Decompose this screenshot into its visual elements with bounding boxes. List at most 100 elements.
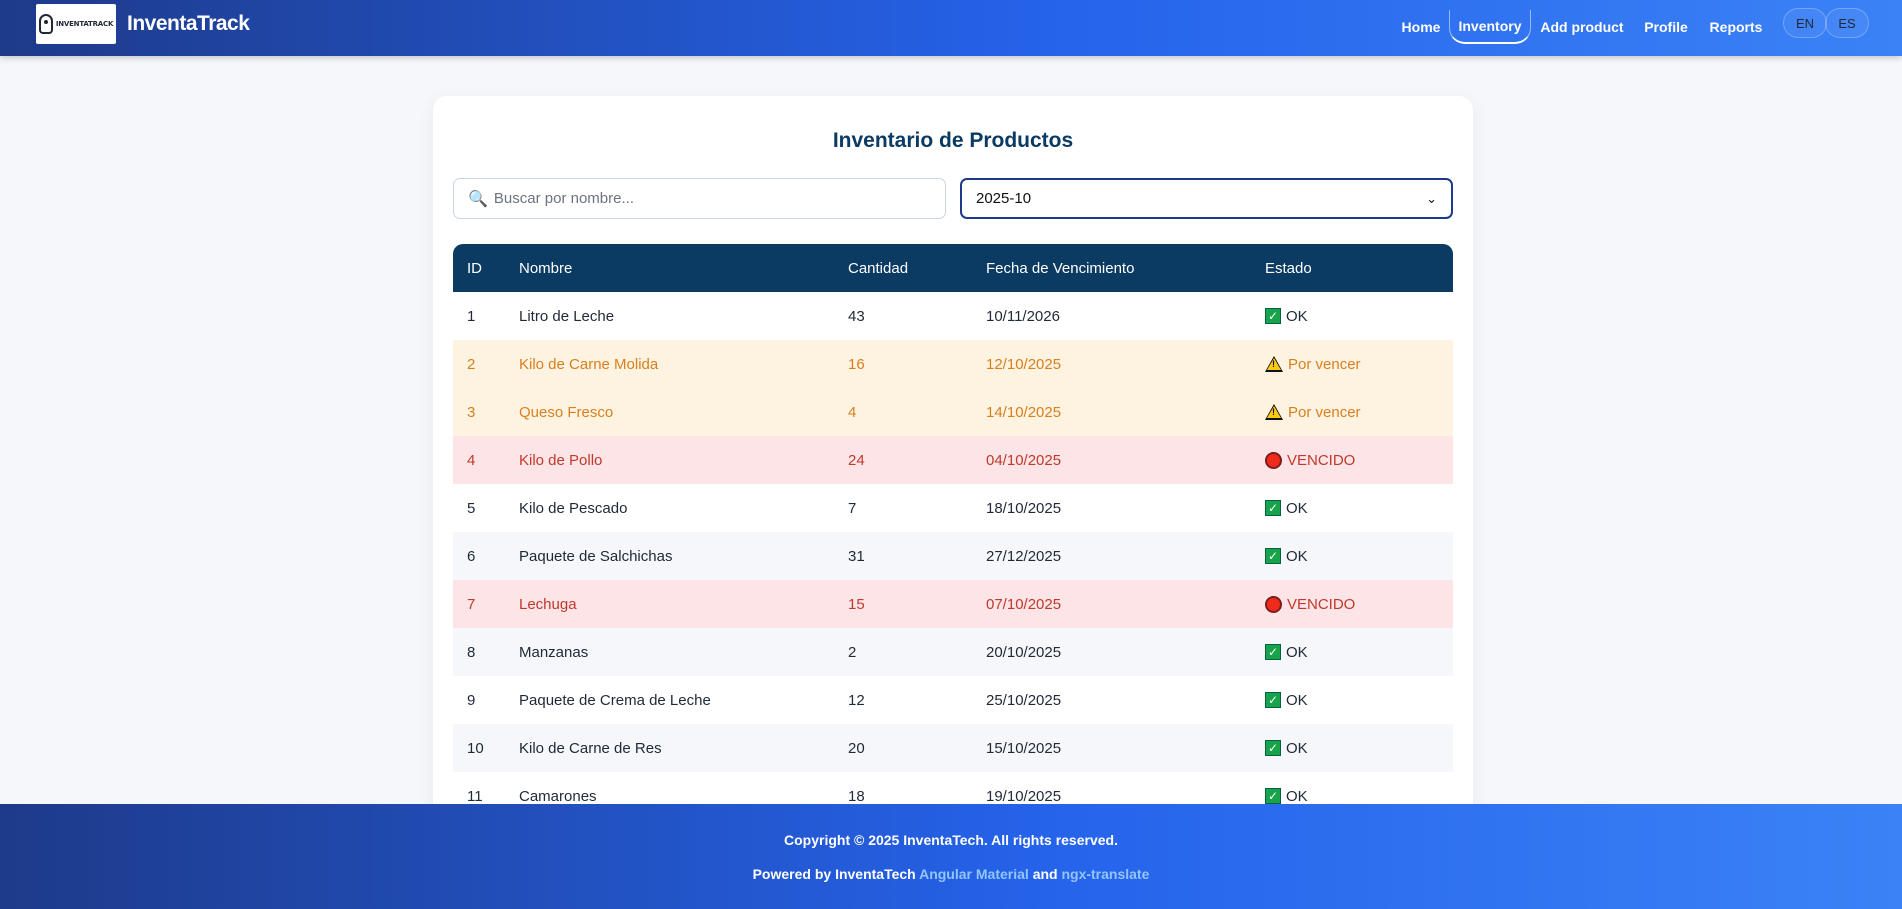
- status-label: VENCIDO: [1287, 451, 1356, 469]
- cell-quantity: 43: [848, 307, 865, 325]
- footer: Copyright © 2025 InventaTech. All rights…: [0, 804, 1902, 909]
- nav-home[interactable]: Home: [1396, 10, 1446, 44]
- cell-quantity: 24: [848, 451, 865, 469]
- cell-expiry-date: 18/10/2025: [986, 499, 1062, 517]
- check-box-icon: ✓: [1265, 788, 1281, 804]
- lang-es-button[interactable]: ES: [1825, 8, 1869, 38]
- cell-name: Paquete de Salchichas: [519, 547, 673, 565]
- column-header-id[interactable]: ID: [453, 260, 519, 277]
- table-row[interactable]: 1 Litro de Leche 43 10/11/2026 ✓ OK: [453, 292, 1453, 340]
- cell-name: Queso Fresco: [519, 403, 614, 421]
- cell-quantity: 2: [848, 643, 857, 661]
- cell-quantity: 18: [848, 787, 865, 805]
- cell-id: 4: [467, 451, 476, 469]
- status-label: OK: [1286, 691, 1308, 709]
- nav-inventory[interactable]: Inventory: [1449, 10, 1531, 44]
- cell-name: Kilo de Carne Molida: [519, 355, 659, 373]
- nav-reports[interactable]: Reports: [1706, 10, 1766, 44]
- table-row[interactable]: 8 Manzanas 2 20/10/2025 ✓ OK: [453, 628, 1453, 676]
- cell-status: VENCIDO: [1265, 451, 1453, 469]
- logo[interactable]: INVENTATRACK: [36, 4, 116, 44]
- cell-status: ✓ OK: [1265, 788, 1453, 805]
- cell-status: ✓ OK: [1265, 548, 1453, 565]
- status-label: OK: [1286, 499, 1308, 517]
- search-field[interactable]: 🔍: [453, 178, 946, 219]
- status-label: OK: [1286, 739, 1308, 757]
- cell-name: Lechuga: [519, 595, 577, 613]
- cell-quantity: 31: [848, 547, 865, 565]
- top-navbar: INVENTATRACK InventaTrack Home Inventory…: [0, 0, 1902, 56]
- cell-expiry-date: 25/10/2025: [986, 691, 1062, 709]
- status-label: VENCIDO: [1287, 595, 1356, 613]
- cell-quantity: 15: [848, 595, 865, 613]
- cell-id: 9: [467, 691, 476, 709]
- red-circle-icon: [1265, 595, 1282, 613]
- cell-id: 11: [467, 787, 483, 805]
- inventory-table: ID Nombre Cantidad Fecha de Vencimiento …: [453, 244, 1453, 820]
- column-header-expiry-date[interactable]: Fecha de Vencimiento: [986, 260, 1265, 277]
- nav-add-product[interactable]: Add product: [1538, 10, 1626, 44]
- cell-name: Litro de Leche: [519, 307, 615, 325]
- cell-id: 2: [467, 355, 476, 373]
- table-row[interactable]: 9 Paquete de Crema de Leche 12 25/10/2025 ✓ O…: [453, 676, 1453, 724]
- cell-expiry-date: 10/11/2026: [986, 307, 1060, 325]
- cell-status: VENCIDO: [1265, 595, 1453, 613]
- table-row[interactable]: 10 Kilo de Carne de Res 20 15/10/2025 ✓ OK: [453, 724, 1453, 772]
- cell-name: Paquete de Crema de Leche: [519, 691, 711, 709]
- warning-triangle-icon: [1265, 404, 1283, 420]
- inventory-card: Inventario de Productos 🔍 2025-10 ⌄ ID N…: [433, 96, 1473, 826]
- page-title: Inventario de Productos: [832, 129, 1074, 152]
- footer-copyright: Copyright © 2025 InventaTech. All rights…: [784, 832, 1118, 848]
- status-label: OK: [1286, 307, 1308, 325]
- month-select-value: 2025-10: [976, 190, 1032, 207]
- check-box-icon: ✓: [1265, 308, 1281, 324]
- status-label: OK: [1286, 547, 1308, 565]
- cell-id: 1: [467, 307, 476, 325]
- cell-status: Por vencer: [1265, 356, 1453, 373]
- cell-quantity: 4: [848, 403, 857, 421]
- cell-id: 6: [467, 547, 476, 565]
- cell-quantity: 7: [848, 499, 857, 517]
- lang-en-button[interactable]: EN: [1783, 8, 1827, 38]
- table-row[interactable]: 2 Kilo de Carne Molida 16 12/10/2025 Por ven…: [453, 340, 1453, 388]
- column-header-name[interactable]: Nombre: [519, 260, 848, 277]
- search-icon: 🔍: [468, 190, 488, 208]
- table-row[interactable]: 5 Kilo de Pescado 7 18/10/2025 ✓ OK: [453, 484, 1453, 532]
- cell-quantity: 20: [848, 739, 865, 757]
- status-label: OK: [1286, 643, 1308, 661]
- cell-name: Manzanas: [519, 643, 589, 661]
- table-row[interactable]: 7 Lechuga 15 07/10/2025 VENCIDO: [453, 580, 1453, 628]
- search-input[interactable]: [493, 190, 934, 207]
- powered-prefix: Powered by InventaTech: [752, 866, 916, 882]
- ngx-translate-link[interactable]: ngx-translate: [1061, 866, 1149, 882]
- powered-and: and: [1032, 866, 1058, 882]
- table-row[interactable]: 3 Queso Fresco 4 14/10/2025 Por vencer: [453, 388, 1453, 436]
- cell-name: Kilo de Pescado: [519, 499, 628, 517]
- cell-expiry-date: 19/10/2025: [986, 787, 1062, 805]
- status-label: OK: [1286, 787, 1308, 805]
- angular-material-link[interactable]: Angular Material: [919, 866, 1029, 882]
- column-header-status[interactable]: Estado: [1265, 260, 1453, 277]
- table-row[interactable]: 4 Kilo de Pollo 24 04/10/2025 VENCIDO: [453, 436, 1453, 484]
- cell-quantity: 16: [848, 355, 865, 373]
- table-body: 1 Litro de Leche 43 10/11/2026 ✓ OK 2 Kilo de C…: [453, 292, 1453, 820]
- red-circle-icon: [1265, 451, 1282, 469]
- month-select[interactable]: 2025-10 ⌄: [960, 178, 1453, 219]
- cell-status: Por vencer: [1265, 404, 1453, 421]
- check-box-icon: ✓: [1265, 644, 1281, 660]
- brand-name[interactable]: InventaTrack: [127, 12, 250, 36]
- cell-name: Camarones: [519, 787, 597, 805]
- footer-powered-by: Powered by InventaTech Angular Material …: [0, 866, 1902, 882]
- status-label: Por vencer: [1288, 403, 1361, 421]
- cell-expiry-date: 04/10/2025: [986, 451, 1062, 469]
- check-box-icon: ✓: [1265, 740, 1281, 756]
- cell-expiry-date: 27/12/2025: [986, 547, 1062, 565]
- warning-triangle-icon: [1265, 356, 1283, 372]
- table-row[interactable]: 6 Paquete de Salchichas 31 27/12/2025 ✓ OK: [453, 532, 1453, 580]
- column-header-quantity[interactable]: Cantidad: [848, 260, 986, 277]
- status-label: Por vencer: [1288, 355, 1361, 373]
- nav-profile[interactable]: Profile: [1638, 10, 1694, 44]
- cell-status: ✓ OK: [1265, 500, 1453, 517]
- cell-name: Kilo de Carne de Res: [519, 739, 662, 757]
- cell-id: 3: [467, 403, 476, 421]
